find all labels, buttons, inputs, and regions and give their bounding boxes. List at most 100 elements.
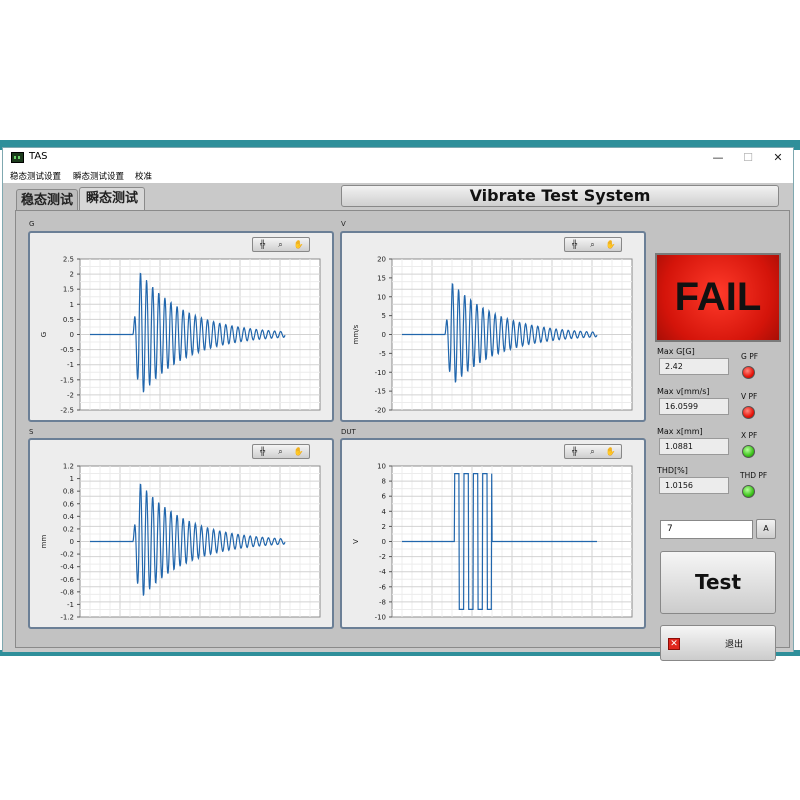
max-g-value: 2.42 (659, 358, 729, 375)
y-tick-label: -0.2 (60, 551, 74, 559)
y-tick-label: 0 (70, 538, 74, 546)
max-v-label: Max v[mm/s] (657, 387, 710, 396)
thd-value: 1.0156 (659, 477, 729, 494)
tab-steady-test[interactable]: 稳态测试 (16, 189, 78, 211)
system-title-banner: Vibrate Test System (341, 185, 779, 207)
chart-g-caption: G (29, 220, 35, 228)
unit-a-button[interactable]: A (756, 519, 776, 539)
y-tick-label: -4 (379, 568, 387, 576)
tab-transient-test[interactable]: 瞬态测试 (79, 187, 145, 211)
y-tick-label: 0.8 (63, 488, 74, 496)
y-axis-label: G (40, 332, 48, 337)
minimize-button[interactable]: — (703, 148, 733, 168)
chart-v-caption: V (341, 220, 346, 228)
exit-button-label: 退出 (725, 640, 744, 650)
y-tick-label: -0.5 (60, 346, 74, 354)
y-tick-label: -20 (375, 407, 386, 415)
y-tick-label: 15 (377, 274, 386, 282)
y-tick-label: 1.5 (63, 286, 74, 294)
exit-button[interactable]: ✕ 退出 (660, 625, 776, 661)
v-pf-led (742, 406, 755, 419)
thd-pf-led (742, 485, 755, 498)
x-pf-led (742, 445, 755, 458)
y-tick-label: -5 (379, 350, 386, 358)
menu-transient-settings[interactable]: 瞬态测试设置 (73, 170, 124, 182)
graph-palette[interactable]: ╬ ⌕ ✋ (252, 237, 310, 252)
y-tick-label: -10 (375, 614, 386, 622)
window-title: TAS (29, 151, 48, 162)
y-tick-label: -0.6 (60, 576, 74, 584)
cursor-icon[interactable]: ╬ (257, 240, 268, 249)
chart-plot-svg: 10 8 6 4 2 0 -2 -4 -6 -8 -10 V (352, 463, 633, 622)
chart-v: 20 15 10 5 0 -5 -10 -15 -20 mm/s ╬ ⌕ ✋ (340, 231, 646, 422)
y-tick-label: -6 (379, 583, 387, 591)
g-pf-led (742, 366, 755, 379)
test-button[interactable]: Test (660, 551, 776, 614)
y-axis-label: V (352, 539, 360, 544)
y-tick-label: 1 (70, 475, 74, 483)
graph-palette[interactable]: ╬ ⌕ ✋ (252, 444, 310, 459)
chart-plot-svg: 20 15 10 5 0 -5 -10 -15 -20 mm/s (352, 256, 633, 415)
menu-steady-settings[interactable]: 稳态测试设置 (10, 170, 61, 182)
y-tick-label: 0.2 (63, 525, 74, 533)
title-bar: TAS — ☐ ✕ (3, 148, 793, 168)
y-tick-label: 10 (377, 293, 386, 301)
cursor-icon[interactable]: ╬ (569, 240, 580, 249)
y-tick-label: 20 (377, 256, 386, 264)
cursor-icon[interactable]: ╬ (257, 447, 268, 456)
y-tick-label: 0.5 (63, 316, 74, 324)
maximize-button[interactable]: ☐ (733, 148, 763, 168)
y-tick-label: 0 (382, 538, 386, 546)
y-tick-label: -2 (379, 553, 386, 561)
chart-dut-caption: DUT (341, 428, 356, 436)
x-pf-label: X PF (741, 431, 758, 440)
chart-plot-svg: 1.2 1 0.8 0.6 0.4 0.2 0 -0.2 -0.4 -0.6 -0.8 -1 -1.2 m… (40, 463, 321, 622)
pan-hand-icon[interactable]: ✋ (293, 447, 304, 456)
y-tick-label: 0.6 (63, 500, 75, 508)
y-tick-label: -1.2 (60, 614, 74, 622)
y-tick-label: -1.5 (60, 376, 74, 384)
count-input[interactable]: 7 (660, 520, 753, 539)
graph-palette[interactable]: ╬ ⌕ ✋ (564, 444, 622, 459)
fail-indicator: FAIL (655, 253, 781, 342)
y-tick-label: 4 (382, 508, 387, 516)
menu-calibration[interactable]: 校准 (135, 170, 152, 182)
cursor-icon[interactable]: ╬ (569, 447, 580, 456)
y-tick-label: 5 (382, 312, 386, 320)
y-axis-label: mm/s (352, 324, 360, 344)
max-x-value: 1.0881 (659, 438, 729, 455)
pan-hand-icon[interactable]: ✋ (293, 240, 304, 249)
chart-plot-svg: 2.5 2 1.5 1 0.5 0 -0.5 -1 -1.5 -2 -2.5 G (40, 256, 321, 415)
pan-hand-icon[interactable]: ✋ (605, 447, 616, 456)
y-tick-label: 2.5 (63, 256, 74, 264)
y-tick-label: -0.8 (60, 588, 74, 596)
max-v-value: 16.0599 (659, 398, 729, 415)
pan-hand-icon[interactable]: ✋ (605, 240, 616, 249)
g-pf-label: G PF (741, 352, 759, 361)
y-tick-label: -0.4 (60, 563, 74, 571)
app-window: TAS — ☐ ✕ 稳态测试设置 瞬态测试设置 校准 稳态测试 瞬态测试 Vib… (2, 147, 794, 661)
app-icon (11, 152, 24, 163)
main-content: 稳态测试 瞬态测试 Vibrate Test System G 2.5 2 1.5 1… (3, 183, 793, 661)
y-tick-label: 0.4 (63, 513, 75, 521)
y-tick-label: 8 (382, 478, 386, 486)
graph-palette[interactable]: ╬ ⌕ ✋ (564, 237, 622, 252)
zoom-icon[interactable]: ⌕ (275, 447, 286, 456)
chart-s-caption: S (29, 428, 34, 436)
y-tick-label: 1 (70, 301, 74, 309)
y-tick-label: 2 (382, 523, 386, 531)
y-tick-label: 0 (382, 331, 386, 339)
y-tick-label: 10 (377, 463, 386, 471)
max-g-label: Max G[G] (657, 347, 695, 356)
zoom-icon[interactable]: ⌕ (275, 240, 286, 249)
y-tick-label: -1 (67, 361, 74, 369)
zoom-icon[interactable]: ⌕ (587, 447, 598, 456)
v-pf-label: V PF (741, 392, 758, 401)
y-tick-label: -2 (67, 391, 74, 399)
thd-label: THD[%] (657, 466, 688, 475)
y-tick-label: -2.5 (60, 407, 74, 415)
close-x-icon: ✕ (668, 638, 680, 650)
close-button[interactable]: ✕ (763, 148, 793, 168)
zoom-icon[interactable]: ⌕ (587, 240, 598, 249)
y-tick-label: 1.2 (63, 463, 74, 471)
